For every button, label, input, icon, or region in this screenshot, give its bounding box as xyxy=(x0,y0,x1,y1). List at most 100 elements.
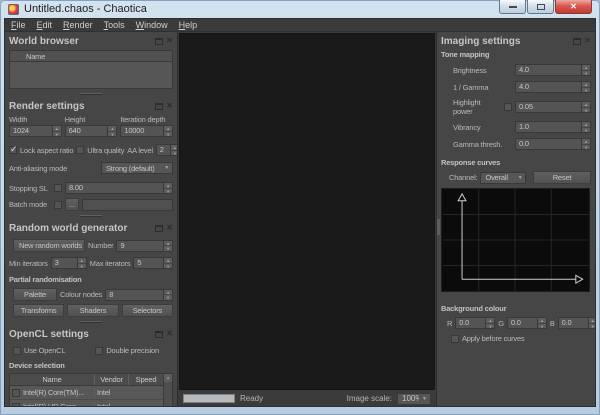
panel-float-icon[interactable] xyxy=(155,38,163,45)
random-world-header: Random world generator xyxy=(9,221,173,235)
column-name[interactable]: Name xyxy=(10,374,94,385)
opencl-settings-title: OpenCL settings xyxy=(9,329,89,340)
apply-before-curves-checkbox[interactable] xyxy=(451,335,459,343)
panel-close-icon[interactable] xyxy=(166,224,173,232)
gamma-label: 1 / Gamma xyxy=(453,83,512,92)
stopping-sl-checkbox[interactable] xyxy=(54,184,62,192)
channel-dropdown[interactable]: Overall xyxy=(480,172,526,184)
scroll-up-icon[interactable]: ▲ xyxy=(164,374,172,382)
aa-mode-dropdown[interactable]: Strong (default) xyxy=(101,162,173,174)
panel-close-icon[interactable] xyxy=(166,102,173,110)
menu-tools[interactable]: Tools xyxy=(104,20,125,30)
g-spinbox[interactable]: 0.0 xyxy=(507,317,547,329)
panel-float-icon[interactable] xyxy=(155,103,163,110)
highlight-power-label: Highlight power xyxy=(453,98,501,116)
menu-edit[interactable]: Edit xyxy=(37,20,53,30)
spin-down-icon[interactable] xyxy=(164,263,172,269)
panel-close-icon[interactable] xyxy=(584,37,591,45)
aa-level-spinbox[interactable]: 2 xyxy=(156,144,178,156)
table-row[interactable]: Intel(R) Core(TM)... Intel xyxy=(10,386,163,400)
splitter-handle[interactable] xyxy=(80,321,102,323)
colour-nodes-label: Colour nodes xyxy=(60,290,102,299)
splitter-handle[interactable] xyxy=(80,215,102,217)
spin-down-icon[interactable] xyxy=(582,144,590,150)
max-iterators-label: Max iterators xyxy=(90,259,131,268)
reset-button[interactable]: Reset xyxy=(533,171,591,184)
selectors-button[interactable]: Selectors xyxy=(122,304,173,317)
highlight-power-checkbox[interactable] xyxy=(504,103,512,111)
world-list-name-column[interactable]: Name xyxy=(10,51,172,62)
progress-bar xyxy=(183,394,235,403)
device-checkbox[interactable] xyxy=(12,389,20,397)
column-speed[interactable]: Speed xyxy=(128,374,163,385)
colour-nodes-spinbox[interactable]: 8 xyxy=(105,289,173,301)
new-random-worlds-button[interactable]: New random worlds xyxy=(13,239,85,252)
spin-down-icon[interactable] xyxy=(486,323,494,329)
column-vendor[interactable]: Vendor xyxy=(94,374,128,385)
image-scale-dropdown[interactable]: 100% xyxy=(397,393,431,405)
panel-close-icon[interactable] xyxy=(166,330,173,338)
number-spinbox[interactable]: 9 xyxy=(116,240,173,252)
table-scrollbar[interactable]: ▲ ▼ xyxy=(163,374,172,406)
table-row[interactable]: Intel(R) HD Grap... Intel xyxy=(10,400,163,406)
brightness-spinbox[interactable]: 4.0 xyxy=(515,64,591,76)
palette-button[interactable]: Palette xyxy=(13,288,57,301)
render-canvas[interactable] xyxy=(179,33,435,390)
width-spinbox[interactable]: 1024 xyxy=(9,125,62,137)
spin-down-icon[interactable] xyxy=(538,323,546,329)
batch-path-field[interactable] xyxy=(82,199,173,211)
response-curve-editor[interactable] xyxy=(441,188,590,292)
spin-down-icon[interactable] xyxy=(78,263,86,269)
splitter-handle[interactable] xyxy=(80,93,102,95)
min-iterators-spinbox[interactable]: 3 xyxy=(51,257,87,269)
stopping-sl-spinbox[interactable]: 8.00 xyxy=(65,182,173,194)
batch-mode-checkbox[interactable] xyxy=(54,201,62,209)
spin-down-icon[interactable] xyxy=(582,70,590,76)
spin-down-icon[interactable] xyxy=(53,131,61,137)
gamma-spinbox[interactable]: 4.0 xyxy=(515,81,591,93)
world-list-body[interactable] xyxy=(10,62,172,88)
highlight-power-spinbox[interactable]: 0.05 xyxy=(515,101,591,113)
max-iterators-spinbox[interactable]: 5 xyxy=(133,257,173,269)
panel-resize-handle[interactable] xyxy=(437,219,440,235)
spin-down-icon[interactable] xyxy=(164,245,172,251)
shaders-button[interactable]: Shaders xyxy=(67,304,118,317)
world-browser-header: World browser xyxy=(9,34,173,48)
panel-float-icon[interactable] xyxy=(573,38,581,45)
ultra-quality-checkbox[interactable] xyxy=(76,146,84,154)
device-checkbox[interactable] xyxy=(12,403,20,407)
spin-down-icon[interactable] xyxy=(589,323,595,329)
panel-float-icon[interactable] xyxy=(155,225,163,232)
lock-aspect-checkbox[interactable] xyxy=(9,146,17,154)
menu-render[interactable]: Render xyxy=(63,20,93,30)
batch-browse-button[interactable]: ... xyxy=(65,198,79,211)
panel-close-icon[interactable] xyxy=(166,37,173,45)
window-minimize-button[interactable] xyxy=(499,0,526,14)
use-opencl-checkbox[interactable] xyxy=(13,347,21,355)
arrow-right-icon xyxy=(576,275,583,283)
spin-down-icon[interactable] xyxy=(171,150,178,156)
spin-down-icon[interactable] xyxy=(164,294,172,300)
r-spinbox[interactable]: 0.0 xyxy=(455,317,495,329)
spin-down-icon[interactable] xyxy=(582,127,590,133)
height-spinbox[interactable]: 640 xyxy=(65,125,118,137)
spin-down-icon[interactable] xyxy=(582,87,590,93)
panel-float-icon[interactable] xyxy=(155,331,163,338)
spin-down-icon[interactable] xyxy=(164,131,172,137)
gamma-thresh-spinbox[interactable]: 0.0 xyxy=(515,138,591,150)
spin-down-icon[interactable] xyxy=(164,188,172,194)
transforms-button[interactable]: Transforms xyxy=(13,304,64,317)
menu-help[interactable]: Help xyxy=(179,20,198,30)
world-browser-list[interactable]: Name xyxy=(9,50,173,89)
image-scale-label: Image scale: xyxy=(347,394,392,403)
menu-file[interactable]: File xyxy=(11,20,26,30)
vibrancy-spinbox[interactable]: 1.0 xyxy=(515,121,591,133)
double-precision-checkbox[interactable] xyxy=(95,347,103,355)
spin-down-icon[interactable] xyxy=(582,107,590,113)
window-close-button[interactable] xyxy=(555,0,592,14)
menu-window[interactable]: Window xyxy=(136,20,168,30)
iteration-depth-spinbox[interactable]: 10000 xyxy=(120,125,173,137)
spin-down-icon[interactable] xyxy=(108,131,116,137)
b-spinbox[interactable]: 0.0 xyxy=(558,317,595,329)
window-maximize-button[interactable] xyxy=(527,0,554,14)
